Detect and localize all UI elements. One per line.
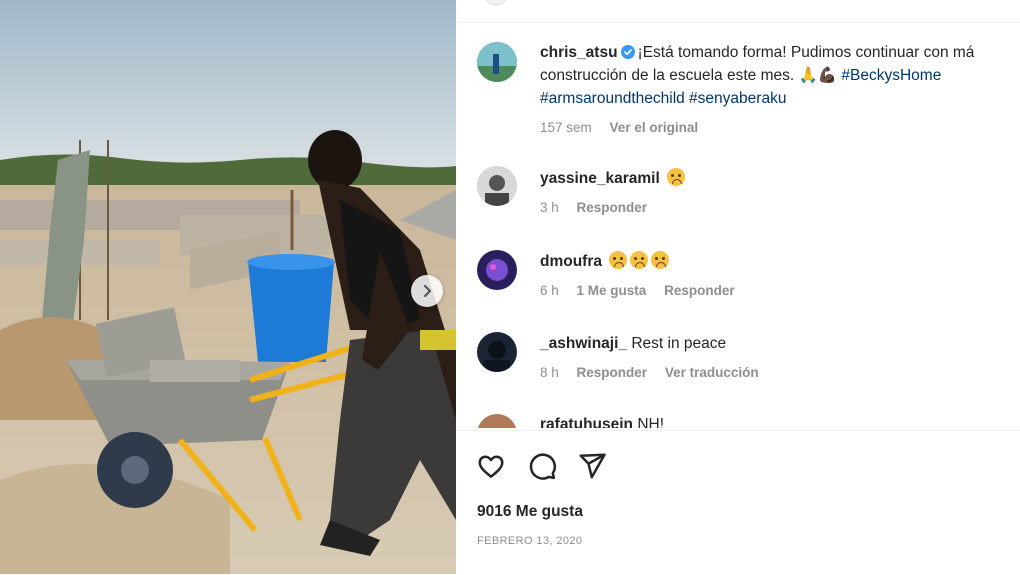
sad-face-emoji bbox=[609, 251, 628, 269]
commenter-avatar[interactable] bbox=[477, 166, 517, 206]
commenter-avatar[interactable] bbox=[477, 250, 517, 290]
post-detail-panel: chris_atsu ¡Está tomando forma! Pudimos c… bbox=[456, 0, 1020, 574]
sad-face-emoji bbox=[630, 251, 649, 269]
construction-scene-image bbox=[0, 0, 456, 574]
see-original-button[interactable]: Ver el original bbox=[610, 120, 699, 135]
sad-face-emoji bbox=[667, 168, 686, 186]
hashtag-link[interactable]: #BeckysHome bbox=[841, 67, 941, 84]
comment-likes[interactable]: 1 Me gusta bbox=[577, 283, 647, 298]
reply-button[interactable]: Responder bbox=[664, 283, 735, 298]
comment-icon[interactable] bbox=[527, 451, 557, 486]
post-photo bbox=[0, 0, 456, 574]
header-avatar[interactable] bbox=[484, 0, 508, 5]
author-avatar[interactable] bbox=[477, 42, 517, 82]
reply-button[interactable]: Responder bbox=[577, 200, 648, 215]
comments-list[interactable]: chris_atsu ¡Está tomando forma! Pudimos c… bbox=[456, 22, 1020, 428]
commenter-username[interactable]: yassine_karamil bbox=[540, 170, 660, 187]
chevron-right-icon bbox=[420, 284, 434, 298]
share-icon[interactable] bbox=[577, 451, 607, 486]
caption-age: 157 sem bbox=[540, 120, 592, 135]
likes-count[interactable]: 9016 Me gusta bbox=[477, 503, 583, 521]
heart-icon[interactable] bbox=[476, 451, 506, 486]
comment-age: 6 h bbox=[540, 283, 559, 298]
caption-line2: construcción de la escuela este mes. bbox=[540, 67, 799, 84]
verified-badge-icon bbox=[620, 44, 635, 66]
comment-text: Rest in peace bbox=[631, 335, 727, 352]
commenter-username[interactable]: _ashwinaji_ bbox=[540, 335, 627, 352]
header-strip bbox=[456, 0, 1020, 23]
reply-button[interactable]: Responder bbox=[577, 365, 648, 380]
see-translation-button[interactable]: Ver traducción bbox=[665, 365, 759, 380]
post-actions: 9016 Me gusta FEBRERO 13, 2020 bbox=[456, 430, 1020, 575]
comment-age: 3 h bbox=[540, 200, 559, 215]
commenter-username[interactable]: rafatuhusein bbox=[540, 416, 633, 428]
caption-line1: ¡Está tomando forma! Pudimos continuar c… bbox=[637, 44, 975, 61]
post-date: FEBRERO 13, 2020 bbox=[477, 535, 583, 547]
caption-emojis: 🙏💪🏿 bbox=[798, 67, 838, 84]
next-image-button[interactable] bbox=[411, 275, 443, 307]
comment-age: 8 h bbox=[540, 365, 559, 380]
sad-face-emoji bbox=[651, 251, 670, 269]
comment-text: NH! bbox=[637, 416, 665, 428]
author-username[interactable]: chris_atsu bbox=[540, 44, 618, 61]
commenter-username[interactable]: dmoufra bbox=[540, 253, 602, 270]
commenter-avatar[interactable] bbox=[477, 414, 517, 428]
hashtag-links[interactable]: #armsaroundthechild #senyaberaku bbox=[540, 90, 786, 107]
commenter-avatar[interactable] bbox=[477, 332, 517, 372]
